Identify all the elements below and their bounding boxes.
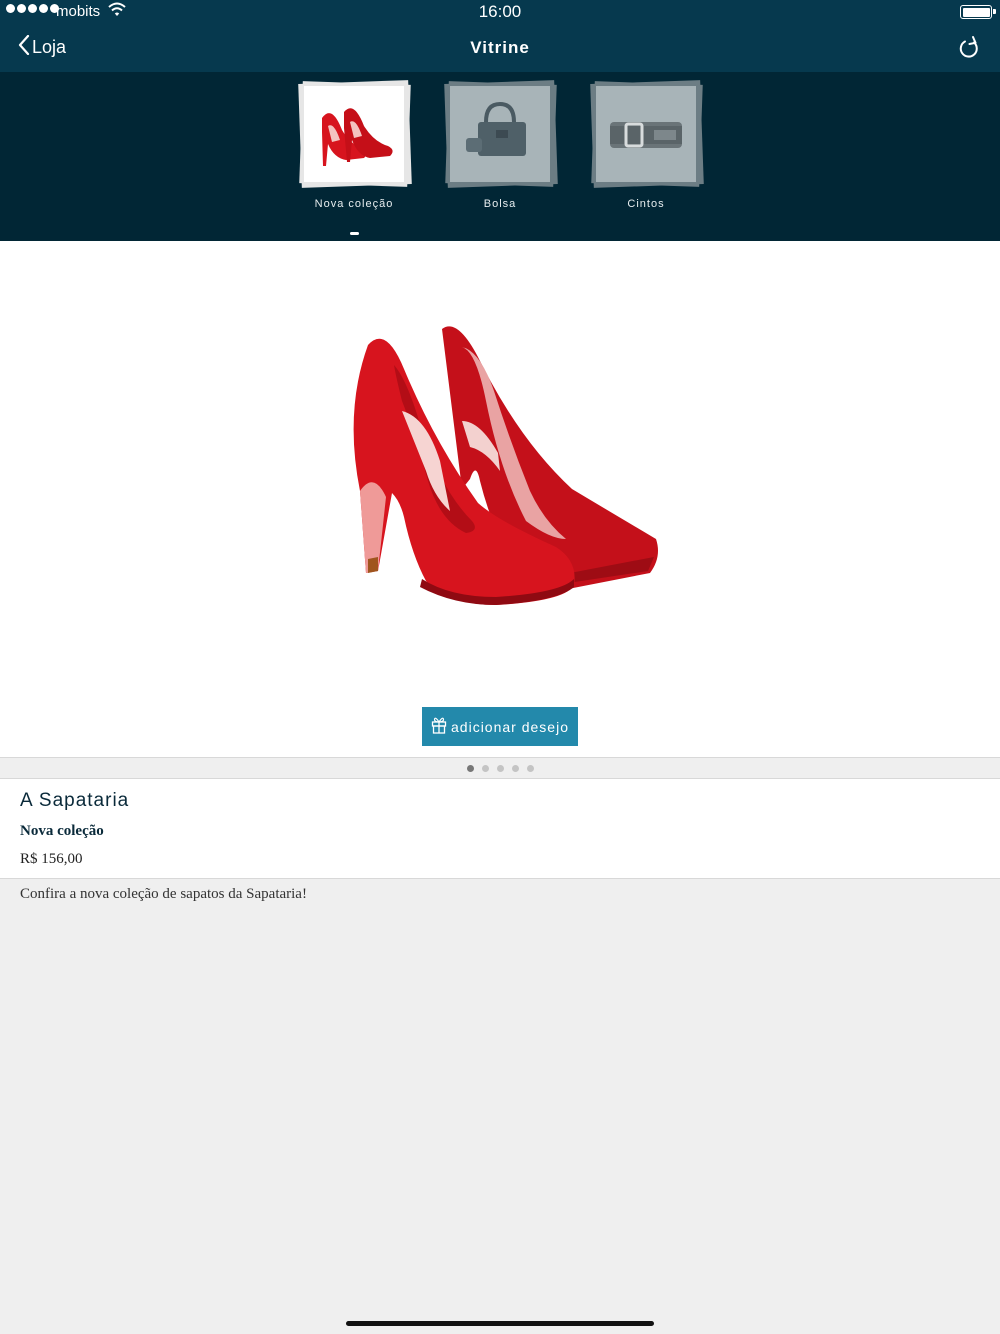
product-price: R$ 156,00	[20, 851, 83, 867]
category-cintos[interactable]: Cintos	[586, 80, 706, 210]
battery-icon	[960, 5, 996, 19]
product-gallery: adicionar desejo	[0, 241, 1000, 757]
clock: 16:00	[478, 2, 522, 21]
red-heels-thumbnail	[304, 86, 404, 182]
pager-dot[interactable]	[511, 764, 519, 772]
page-title: Vitrine	[470, 38, 530, 57]
gift-icon	[431, 716, 447, 737]
category-label: Bolsa	[483, 198, 517, 210]
status-bar: mobits 16:00	[0, 0, 1000, 24]
refresh-button[interactable]	[958, 36, 980, 65]
product-description: Confira a nova coleção de sapatos da Sap…	[20, 886, 307, 902]
pager-dot[interactable]	[466, 764, 474, 772]
product-info: A Sapataria Nova coleção R$ 156,00	[0, 779, 1000, 879]
store-name: A Sapataria	[20, 790, 130, 811]
home-indicator[interactable]	[346, 1321, 654, 1326]
category-bolsa[interactable]: Bolsa	[440, 80, 560, 210]
image-pager	[0, 757, 1000, 779]
add-wish-button[interactable]: adicionar desejo	[422, 707, 578, 746]
red-high-heels-photo[interactable]	[330, 321, 670, 621]
selected-category-indicator	[350, 232, 359, 235]
category-label: Cintos	[627, 198, 665, 210]
pager-dot[interactable]	[496, 764, 504, 772]
belt-thumbnail	[596, 86, 696, 182]
pager-dot[interactable]	[481, 764, 489, 772]
add-wish-label: adicionar desejo	[451, 718, 569, 735]
top-bar: mobits 16:00 Loja Vitrine	[0, 0, 1000, 72]
category-label: Nova coleção	[314, 198, 394, 210]
product-name: Nova coleção	[20, 823, 104, 839]
handbag-thumbnail	[450, 86, 550, 182]
refresh-icon	[958, 36, 980, 64]
navigation-bar: Loja Vitrine	[0, 24, 1000, 72]
pager-dot[interactable]	[526, 764, 534, 772]
category-carousel: Nova coleção Bolsa Cintos	[0, 72, 1000, 241]
category-nova-colecao[interactable]: Nova coleção	[294, 80, 414, 210]
